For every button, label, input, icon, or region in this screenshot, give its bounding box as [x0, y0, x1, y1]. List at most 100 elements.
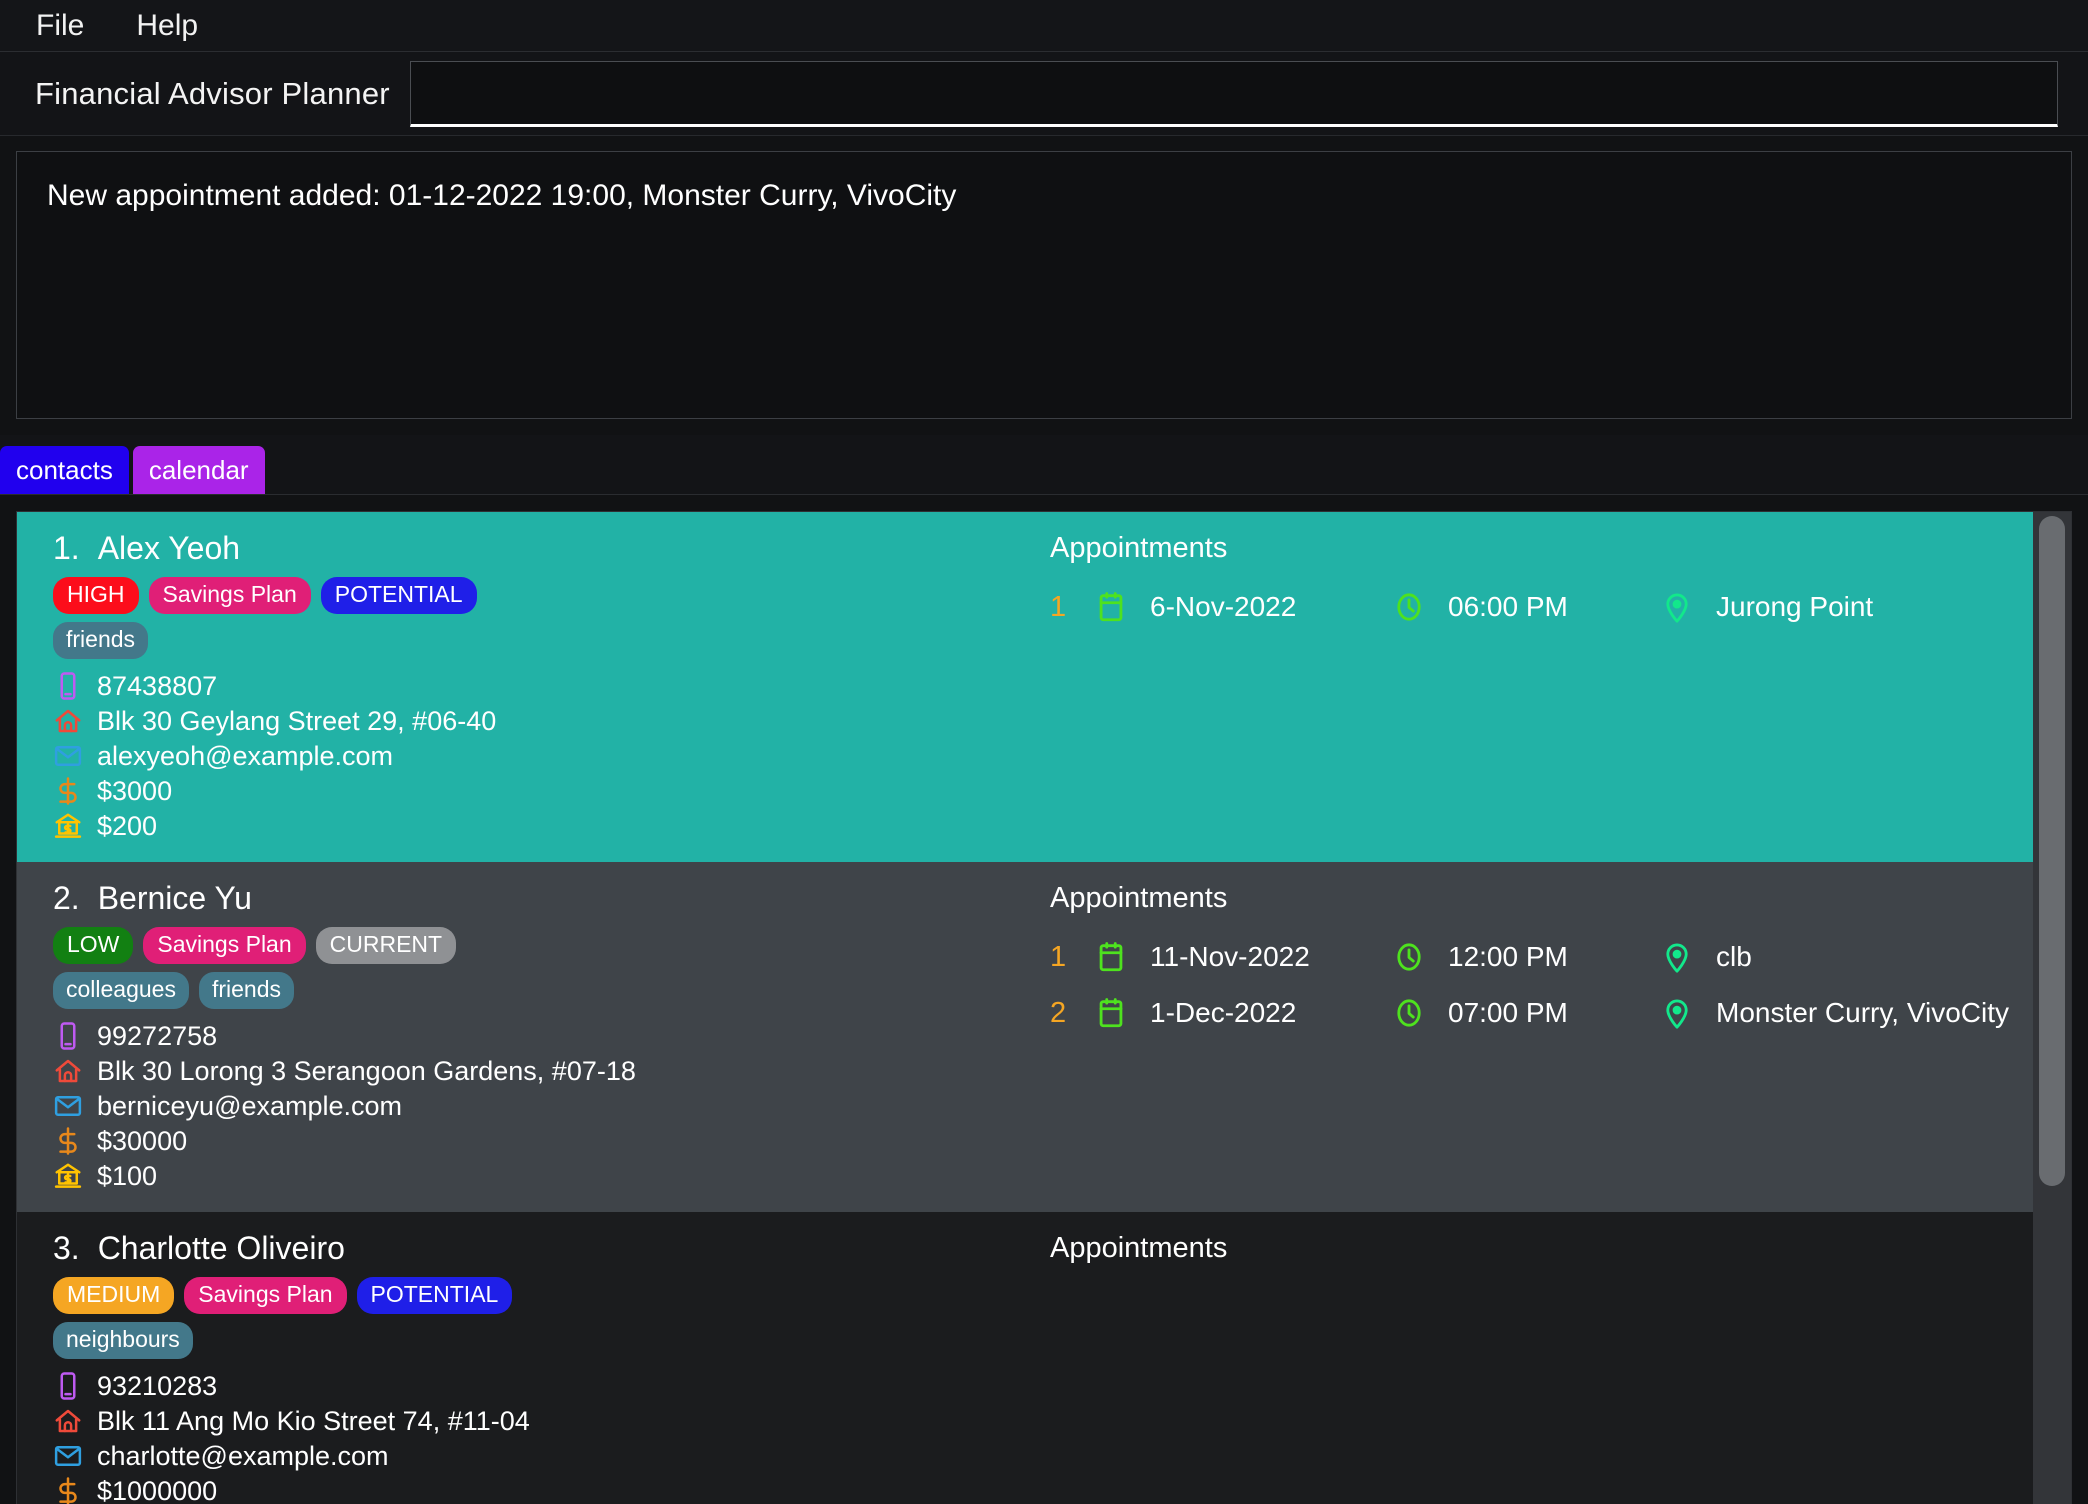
email-icon [53, 1441, 83, 1471]
contact-index: 2. [53, 880, 80, 916]
contact-appointments: Appointments 1 11-Nov-2022 12:00 PM clb 2 1-De… [1032, 880, 2033, 1194]
appointment-index: 1 [1050, 590, 1067, 623]
priority-badge: HIGH [53, 577, 139, 614]
contact-address-value: Blk 30 Lorong 3 Serangoon Gardens, #07-1… [97, 1055, 636, 1086]
contact-index: 1. [53, 530, 80, 566]
appointment-row: 1 6-Nov-2022 06:00 PM Jurong Point [1050, 579, 2033, 635]
contact-appointments: Appointments [1032, 1230, 2033, 1504]
result-message: New appointment added: 01-12-2022 19:00,… [47, 179, 957, 212]
priority-badge: LOW [53, 927, 134, 964]
contact-card[interactable]: 1. Alex Yeoh HIGH Savings Plan POTENTIAL frie… [17, 512, 2033, 862]
contact-savings-row: $100 [53, 1159, 1032, 1193]
contact-card[interactable]: 2. Bernice Yu LOW Savings Plan CURRENT collea… [17, 862, 2033, 1212]
contact-email-row: charlotte@example.com [53, 1439, 1032, 1473]
contact-badges: LOW Savings Plan CURRENT [53, 927, 1032, 964]
contact-name: Alex Yeoh [97, 530, 241, 566]
priority-badge: MEDIUM [53, 1277, 175, 1314]
contact-card[interactable]: 3. Charlotte Oliveiro MEDIUM Savings Plan PO… [17, 1212, 2033, 1504]
contact-details: 1. Alex Yeoh HIGH Savings Plan POTENTIAL frie… [17, 530, 1032, 844]
tab-strip: contacts calendar [0, 435, 2088, 495]
dollar-icon [53, 1126, 83, 1156]
contact-phone-value: 99272758 [97, 1020, 218, 1051]
contact-email-value: alexyeoh@example.com [97, 740, 394, 771]
contact-income-row: $3000 [53, 774, 1032, 808]
contact-phone-row: 93210283 [53, 1369, 1032, 1403]
plan-badge: Savings Plan [184, 1277, 347, 1314]
appointment-location: clb [1716, 941, 1752, 972]
contact-badges: HIGH Savings Plan POTENTIAL [53, 577, 1032, 614]
contact-email-value: berniceyu@example.com [97, 1090, 403, 1121]
dollar-icon [53, 1476, 83, 1504]
menu-help[interactable]: Help [130, 7, 204, 45]
contact-income-value: $30000 [97, 1125, 188, 1156]
contact-name-line: 3. Charlotte Oliveiro [53, 1230, 1032, 1267]
plan-badge: Savings Plan [148, 577, 311, 614]
contact-tag: friends [198, 972, 295, 1009]
phone-icon [53, 1371, 83, 1401]
phone-icon [53, 1021, 83, 1051]
plan-badge: Savings Plan [143, 927, 306, 964]
calendar-icon [1094, 940, 1128, 974]
command-input[interactable] [409, 60, 2058, 127]
contact-email-value: charlotte@example.com [97, 1440, 389, 1471]
appointment-date: 1-Dec-2022 [1150, 997, 1297, 1028]
contact-income-value: $1000000 [97, 1475, 218, 1504]
contact-phone-row: 87438807 [53, 669, 1032, 703]
contact-card-container: 1. Alex Yeoh HIGH Savings Plan POTENTIAL frie… [17, 512, 2033, 1504]
contact-tags: colleagues friends [53, 972, 1032, 1009]
appointments-heading: Appointments [1050, 532, 1228, 564]
calendar-icon [1094, 996, 1128, 1030]
contact-savings-value: $200 [97, 810, 158, 841]
calendar-icon [1094, 590, 1128, 624]
appointment-time: 06:00 PM [1448, 591, 1568, 622]
appointment-location: Jurong Point [1716, 591, 1874, 622]
status-badge: POTENTIAL [356, 1277, 513, 1314]
contact-savings-row: $200 [53, 809, 1032, 843]
menu-file[interactable]: File [30, 7, 90, 45]
command-row: Financial Advisor Planner [0, 52, 2088, 136]
contact-phone-row: 99272758 [53, 1019, 1032, 1053]
phone-icon [53, 671, 83, 701]
appointment-row: 2 1-Dec-2022 07:00 PM Monster Curry, VivoCi… [1050, 985, 2033, 1041]
clock-icon [1392, 590, 1426, 624]
page-title: Financial Advisor Planner [35, 75, 390, 111]
appointments-heading: Appointments [1050, 882, 1228, 914]
contact-appointments: Appointments 1 6-Nov-2022 06:00 PM Jurong Po… [1032, 530, 2033, 844]
contact-address-row: Blk 30 Lorong 3 Serangoon Gardens, #07-1… [53, 1054, 1032, 1088]
appointment-time: 07:00 PM [1448, 997, 1568, 1028]
contact-income-value: $3000 [97, 775, 173, 806]
contact-name: Bernice Yu [97, 880, 252, 916]
contact-tags: neighbours [53, 1322, 1032, 1359]
menu-bar: File Help [0, 0, 2088, 52]
vertical-scrollbar[interactable] [2033, 512, 2071, 1504]
contact-badges: MEDIUM Savings Plan POTENTIAL [53, 1277, 1032, 1314]
bank-icon [53, 811, 83, 841]
email-icon [53, 741, 83, 771]
contact-email-row: berniceyu@example.com [53, 1089, 1032, 1123]
home-icon [53, 1406, 83, 1436]
contact-address-value: Blk 30 Geylang Street 29, #06-40 [97, 705, 497, 736]
contact-tag: colleagues [53, 972, 189, 1009]
status-badge: POTENTIAL [320, 577, 477, 614]
appointment-index: 1 [1050, 940, 1067, 973]
contact-phone-value: 87438807 [97, 670, 218, 701]
contact-income-row: $30000 [53, 1124, 1032, 1158]
appointment-index: 2 [1050, 996, 1067, 1029]
tab-contacts[interactable]: contacts [0, 446, 129, 494]
result-display-box: New appointment added: 01-12-2022 19:00,… [16, 151, 2072, 419]
contact-address-row: Blk 30 Geylang Street 29, #06-40 [53, 704, 1032, 738]
appointments-heading: Appointments [1050, 1232, 1228, 1264]
contact-tags: friends [53, 622, 1032, 659]
appointment-row: 1 11-Nov-2022 12:00 PM clb [1050, 929, 2033, 985]
contact-list-panel: 1. Alex Yeoh HIGH Savings Plan POTENTIAL frie… [16, 511, 2072, 1504]
contact-address-row: Blk 11 Ang Mo Kio Street 74, #11-04 [53, 1404, 1032, 1438]
scrollbar-thumb[interactable] [2039, 516, 2065, 1186]
contact-email-row: alexyeoh@example.com [53, 739, 1032, 773]
home-icon [53, 706, 83, 736]
location-pin-icon [1660, 996, 1694, 1030]
contact-index: 3. [53, 1230, 80, 1266]
contact-details: 2. Bernice Yu LOW Savings Plan CURRENT collea… [17, 880, 1032, 1194]
tab-calendar[interactable]: calendar [132, 446, 265, 494]
contact-name-line: 1. Alex Yeoh [53, 530, 1032, 567]
contact-address-value: Blk 11 Ang Mo Kio Street 74, #11-04 [97, 1405, 530, 1436]
